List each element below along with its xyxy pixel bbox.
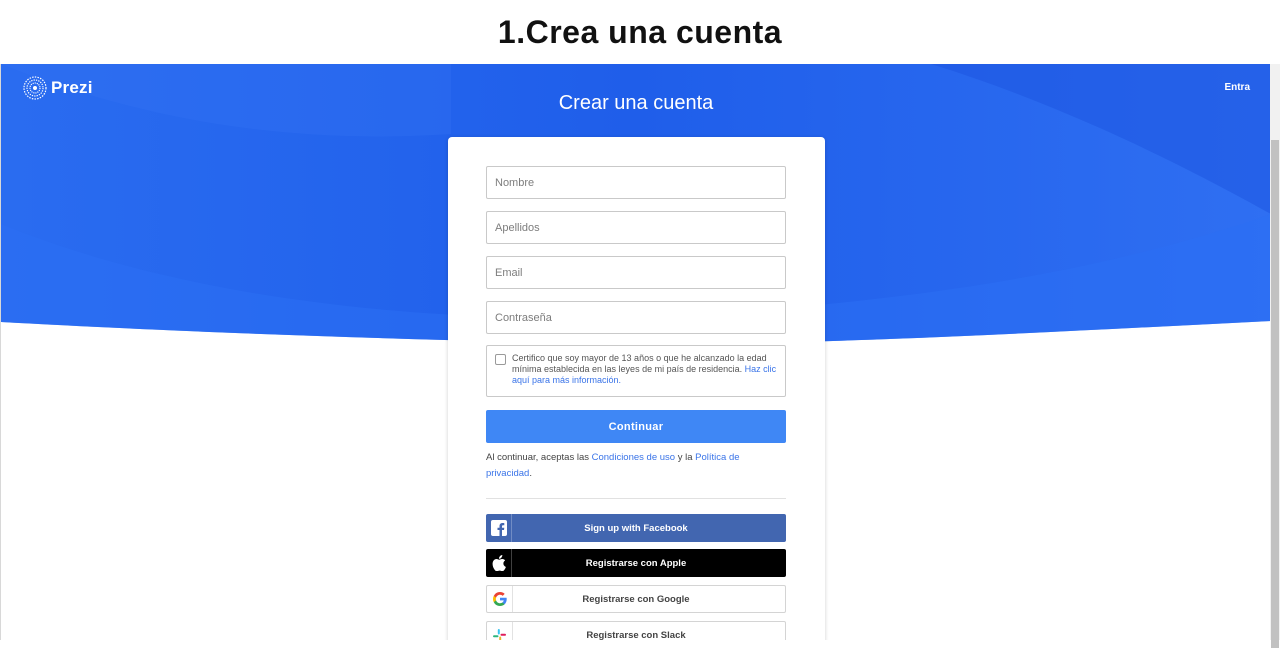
- facebook-icon: [486, 514, 512, 542]
- browser-viewport: Prezi Entra Crear una cuenta Certifico q…: [0, 64, 1280, 640]
- age-consent-label: Certifico que soy mayor de 13 años o que…: [512, 353, 767, 374]
- page-title: Crear una cuenta: [558, 92, 714, 114]
- google-icon: [487, 586, 513, 612]
- signup-card: Certifico que soy mayor de 13 años o que…: [448, 137, 825, 640]
- age-consent: Certifico que soy mayor de 13 años o que…: [486, 345, 786, 397]
- terms-of-use-link[interactable]: Condiciones de uso: [592, 452, 675, 463]
- terms-mid: y la: [677, 452, 693, 463]
- divider: [486, 498, 786, 499]
- apple-signup-label: Registrarse con Apple: [585, 557, 687, 569]
- slack-icon: [487, 622, 513, 640]
- terms-suffix: .: [529, 468, 532, 479]
- email-input[interactable]: [486, 256, 786, 289]
- last-name-input[interactable]: [486, 211, 786, 244]
- first-name-input[interactable]: [486, 166, 786, 199]
- scrollbar-thumb[interactable]: [1271, 140, 1279, 648]
- apple-icon: [486, 549, 512, 577]
- slack-signup-label: Registrarse con Slack: [586, 629, 686, 641]
- google-signup-button[interactable]: Registrarse con Google: [486, 585, 786, 613]
- terms-prefix: Al continuar, aceptas las: [486, 452, 589, 463]
- facebook-signup-button[interactable]: Sign up with Facebook: [486, 514, 786, 542]
- google-signup-label: Registrarse con Google: [582, 593, 690, 605]
- terms-notice: Al continuar, aceptas las Condiciones de…: [486, 450, 786, 482]
- age-consent-checkbox[interactable]: [495, 354, 506, 365]
- tutorial-caption: 1.Crea una cuenta: [497, 13, 783, 50]
- page-scrollbar[interactable]: [1270, 64, 1280, 648]
- slack-signup-button[interactable]: Registrarse con Slack: [486, 621, 786, 640]
- age-consent-text: Certifico que soy mayor de 13 años o que…: [512, 353, 777, 389]
- apple-signup-button[interactable]: Registrarse con Apple: [486, 549, 786, 577]
- facebook-signup-label: Sign up with Facebook: [584, 522, 688, 534]
- continue-button[interactable]: Continuar: [486, 410, 786, 443]
- password-input[interactable]: [486, 301, 786, 334]
